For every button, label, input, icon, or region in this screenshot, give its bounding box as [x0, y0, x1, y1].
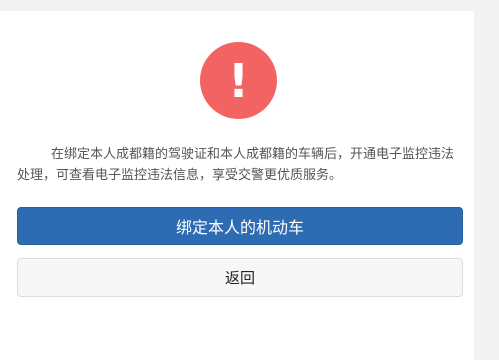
exclamation-icon: !	[228, 53, 249, 108]
back-button[interactable]: 返回	[17, 258, 463, 297]
alert-icon: !	[200, 42, 277, 119]
bind-vehicle-button[interactable]: 绑定本人的机动车	[17, 207, 463, 245]
background-strip	[474, 0, 499, 360]
description-text: 在绑定本人成都籍的驾驶证和本人成都籍的车辆后，开通电子监控违法处理，可查看电子监…	[17, 147, 455, 183]
